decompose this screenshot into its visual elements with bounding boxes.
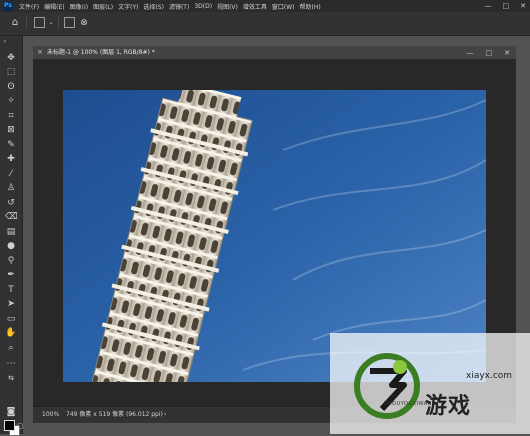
photoshop-logo-icon: Ps <box>3 1 13 11</box>
close-tab-icon[interactable]: × <box>37 46 43 59</box>
more-tools-icon[interactable]: ⋯ <box>5 358 17 370</box>
minimize-button[interactable]: — <box>485 2 492 10</box>
watermark-site: xiayx.com <box>466 371 513 381</box>
type-tool-icon[interactable]: T <box>5 284 17 296</box>
gradient-tool-icon[interactable]: ▤ <box>5 226 17 238</box>
ellipse-frame-icon[interactable]: ⊗ <box>78 17 90 29</box>
rectangle-tool-icon[interactable]: ▭ <box>5 313 17 325</box>
tools-panel: » ✥ ⬚ ʘ ✧ ⌗ ⊠ ✎ ✚ ⁄ ♙ ↺ ⌫ ▤ ● ⚲ ✒ T ➤ ▭ … <box>0 36 26 436</box>
blur-tool-icon[interactable]: ● <box>5 240 17 252</box>
document-minimize-button[interactable]: — <box>467 49 474 57</box>
menu-edit[interactable]: 编辑(E) <box>44 2 64 11</box>
history-brush-tool-icon[interactable]: ↺ <box>5 197 17 209</box>
menu-filter[interactable]: 滤镜(T) <box>169 2 189 11</box>
document-info: 749 像素 x 519 像素 (96.012 ppi) <box>66 411 163 418</box>
zoom-level[interactable]: 100% <box>42 407 59 423</box>
quick-mask-icon[interactable]: ◙ <box>5 406 17 418</box>
panel-collapse-icon[interactable]: » <box>3 38 7 45</box>
menu-layer[interactable]: 图层(L) <box>93 2 113 11</box>
options-bar: ⌂ ⌄ ⊗ <box>0 12 530 36</box>
eyedropper-tool-icon[interactable]: ✎ <box>5 139 17 151</box>
menu-plugins[interactable]: 增效工具 <box>243 2 267 11</box>
crop-tool-icon[interactable]: ⌗ <box>5 110 17 122</box>
menu-help[interactable]: 帮助(H) <box>300 2 321 11</box>
menu-select[interactable]: 选择(S) <box>143 2 164 11</box>
menu-type[interactable]: 文字(Y) <box>118 2 138 11</box>
frame-tool-icon[interactable] <box>34 17 45 28</box>
menu-image[interactable]: 图像(I) <box>70 2 88 11</box>
dodge-tool-icon[interactable]: ⚲ <box>5 255 17 267</box>
menu-3d[interactable]: 3D(D) <box>194 3 212 10</box>
watermark-logo-icon <box>354 353 420 419</box>
move-tool-icon[interactable]: ✥ <box>5 52 17 64</box>
close-button[interactable]: ✕ <box>520 2 526 10</box>
healing-brush-tool-icon[interactable]: ✚ <box>5 153 17 165</box>
foreground-color-swatch[interactable] <box>4 420 15 431</box>
path-selection-tool-icon[interactable]: ➤ <box>5 298 17 310</box>
document-tab[interactable]: × 未标题-1 @ 100% (图层 1, RGB/8#) * — □ ✕ <box>33 46 516 59</box>
menu-window[interactable]: 窗口(W) <box>272 2 295 11</box>
brush-tool-icon[interactable]: ⁄ <box>5 168 17 180</box>
home-icon[interactable]: ⌂ <box>9 17 21 29</box>
frame-tool-icon[interactable]: ⊠ <box>5 124 17 136</box>
document-maximize-button[interactable]: □ <box>486 49 493 57</box>
menu-items: 文件(F) 编辑(E) 图像(I) 图层(L) 文字(Y) 选择(S) 滤镜(T… <box>19 0 321 12</box>
zoom-tool-icon[interactable]: ⌕ <box>5 342 17 354</box>
options-divider <box>26 17 27 30</box>
menu-view[interactable]: 视图(V) <box>217 2 238 11</box>
chevron-down-icon[interactable]: ⌄ <box>45 17 57 29</box>
maximize-button[interactable]: □ <box>503 2 510 10</box>
magic-wand-tool-icon[interactable]: ✧ <box>5 95 17 107</box>
status-menu-arrow-icon[interactable]: › <box>164 407 166 423</box>
menu-bar: Ps 文件(F) 编辑(E) 图像(I) 图层(L) 文字(Y) 选择(S) 滤… <box>0 0 530 12</box>
swap-colors-icon[interactable]: ⇆ <box>5 372 17 384</box>
watermark-title: 游戏 <box>425 394 472 419</box>
pen-tool-icon[interactable]: ✒ <box>5 269 17 281</box>
document-window-controls: — □ ✕ <box>467 46 511 59</box>
lasso-tool-icon[interactable]: ʘ <box>5 81 17 93</box>
watermark: xiayx.com ZHOUYOUXIWANG 游戏 <box>330 333 530 434</box>
screen-mode-icon[interactable]: ▢ <box>14 420 26 432</box>
window-controls: — □ ✕ <box>485 0 527 12</box>
document-close-button[interactable]: ✕ <box>504 49 510 57</box>
rectangle-frame-icon[interactable] <box>64 17 75 28</box>
document-title: 未标题-1 @ 100% (图层 1, RGB/8#) * <box>47 49 155 56</box>
eraser-tool-icon[interactable]: ⌫ <box>5 211 18 223</box>
options-divider <box>58 17 59 30</box>
marquee-tool-icon[interactable]: ⬚ <box>5 66 17 78</box>
menu-file[interactable]: 文件(F) <box>19 2 39 11</box>
hand-tool-icon[interactable]: ✋ <box>5 327 17 339</box>
clone-stamp-tool-icon[interactable]: ♙ <box>5 182 17 194</box>
